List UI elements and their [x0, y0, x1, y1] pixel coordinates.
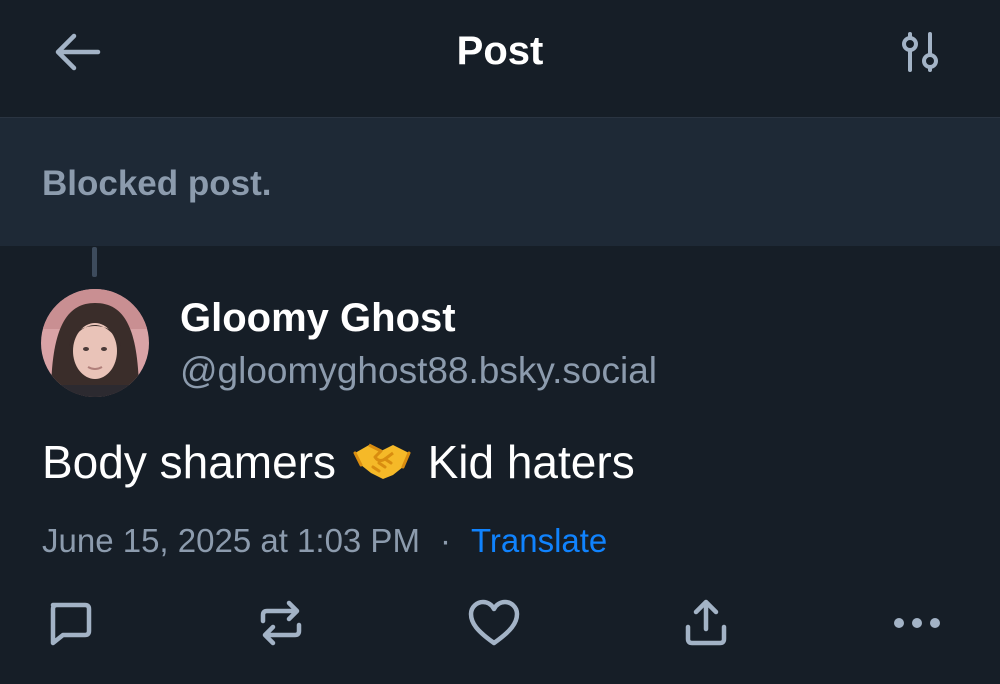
avatar[interactable]	[41, 289, 149, 397]
reply-button[interactable]	[40, 594, 98, 652]
share-button[interactable]	[677, 594, 735, 652]
avatar-photo	[41, 289, 149, 397]
like-button[interactable]	[465, 594, 523, 652]
thread-settings-button[interactable]	[892, 24, 948, 80]
heart-icon	[468, 599, 520, 646]
meta-separator: ·	[439, 522, 451, 559]
post-meta: June 15, 2025 at 1:03 PM · Translate	[42, 520, 607, 562]
more-icon	[894, 618, 940, 628]
sliders-icon	[902, 32, 938, 72]
post-text-part-2: Kid haters	[427, 436, 635, 488]
reply-icon	[50, 602, 92, 646]
top-bar: Post	[0, 0, 1000, 118]
author-display-name[interactable]: Gloomy Ghost	[180, 294, 456, 342]
more-options-button[interactable]	[888, 594, 946, 652]
repost-button[interactable]	[252, 594, 310, 652]
post-screen: Post Blocked post. Gloomy Ghost @gloomyg…	[0, 0, 1000, 684]
author-handle[interactable]: @gloomyghost88.bsky.social	[180, 348, 657, 394]
handshake-emoji-icon	[353, 437, 411, 495]
share-icon	[685, 599, 727, 646]
repost-icon	[260, 600, 302, 646]
thread-connector	[92, 247, 97, 277]
blocked-post-label: Blocked post.	[42, 164, 272, 203]
post-text: Body shamers Kid haters	[42, 434, 635, 495]
page-title: Post	[456, 29, 544, 73]
translate-link[interactable]: Translate	[471, 522, 607, 559]
post-text-part-1: Body shamers	[42, 436, 337, 488]
post-timestamp: June 15, 2025 at 1:03 PM	[42, 522, 420, 559]
